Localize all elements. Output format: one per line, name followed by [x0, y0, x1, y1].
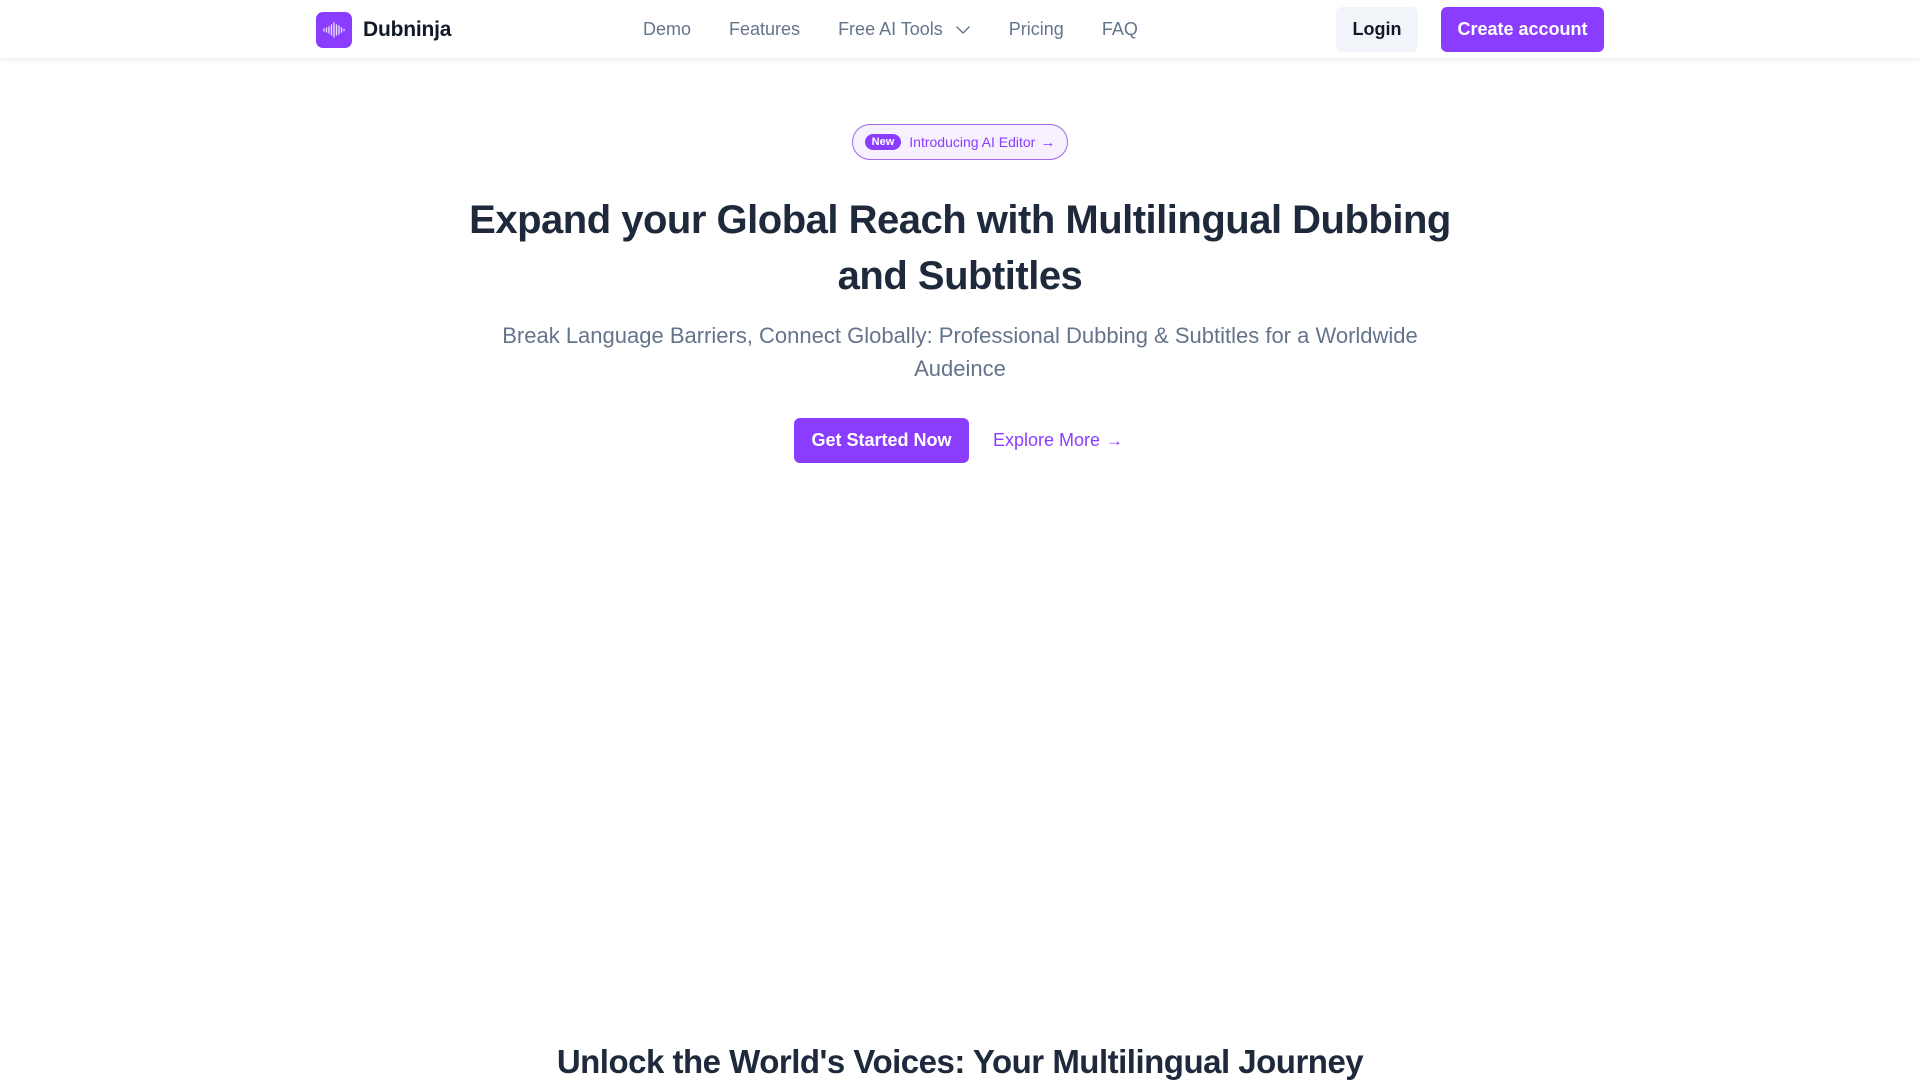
nav-item-free-ai-tools[interactable]: Free AI Tools — [838, 19, 971, 40]
brand-name: Dubninja — [363, 18, 452, 41]
chevron-down-icon — [955, 25, 971, 35]
logo-link[interactable]: Dubninja — [316, 12, 451, 48]
section-heading: Unlock the World's Voices: Your Multilin… — [556, 1043, 1364, 1080]
hero-media-placeholder — [460, 500, 1460, 990]
nav-item-features[interactable]: Features — [729, 19, 800, 40]
nav-item-free-ai-tools-label: Free AI Tools — [838, 19, 943, 39]
announcement-text: Introducing AI Editor — [909, 134, 1036, 150]
hero-headline: Expand your Global Reach with Multilingu… — [469, 198, 1451, 298]
arrow-right-icon: → — [1040, 133, 1056, 151]
create-account-button[interactable]: Create account — [1441, 7, 1604, 52]
audio-waveform-icon — [316, 12, 352, 48]
explore-more-label: Explore More — [993, 430, 1101, 450]
hero-subheadline: Break Language Barriers, Connect Globall… — [502, 323, 1418, 381]
site-header: Dubninja Demo Features Free AI Tools Pri… — [0, 0, 1920, 59]
nav-item-pricing[interactable]: Pricing — [1009, 19, 1064, 40]
new-pill: New — [864, 134, 902, 150]
announcement-badge[interactable]: New Introducing AI Editor → — [852, 124, 1068, 160]
login-button[interactable]: Login — [1336, 7, 1418, 52]
get-started-button[interactable]: Get Started Now — [794, 418, 969, 463]
nav-item-demo[interactable]: Demo — [643, 19, 691, 40]
nav-item-faq[interactable]: FAQ — [1102, 19, 1138, 40]
main-nav: Demo Features Free AI Tools Pricing FAQ — [643, 0, 1138, 59]
explore-more-link[interactable]: Explore More → — [993, 418, 1123, 463]
arrow-right-icon: → — [1106, 430, 1124, 450]
